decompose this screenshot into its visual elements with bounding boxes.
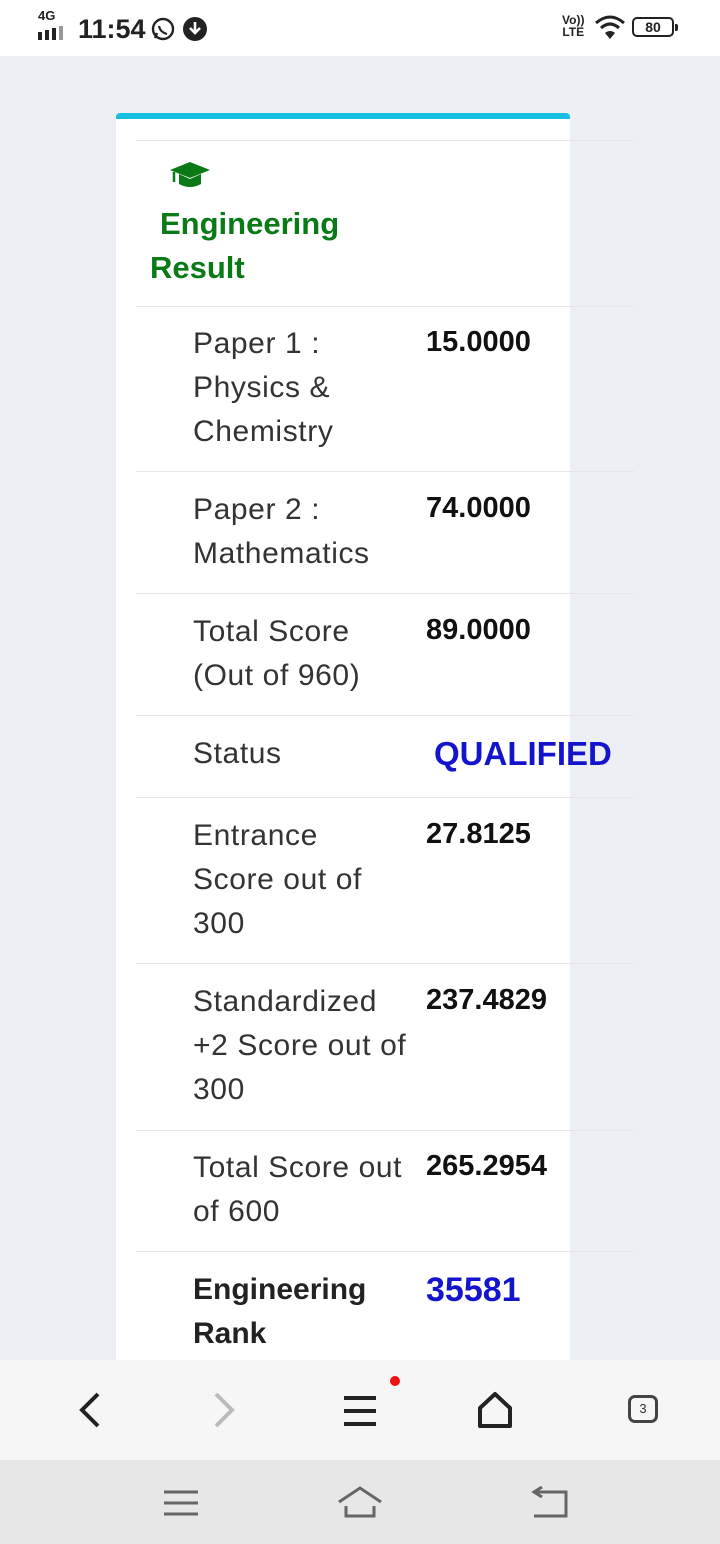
status-bar: 4G 11:54 Vo)) LTE 80 [0, 0, 720, 56]
divider [136, 715, 634, 716]
divider [136, 1130, 634, 1131]
divider [136, 1251, 634, 1252]
row-value-paper2: 74.0000 [426, 492, 531, 524]
divider [136, 140, 634, 141]
divider [136, 471, 634, 472]
divider [136, 593, 634, 594]
clock: 11:54 [78, 14, 146, 44]
home-icon[interactable] [476, 1390, 514, 1430]
row-label-rank: Engineering Rank [193, 1273, 367, 1350]
forward-icon[interactable] [206, 1390, 242, 1430]
row-label-status: Status [193, 737, 282, 770]
menu-icon[interactable] [342, 1394, 378, 1428]
battery-indicator: 80 [632, 17, 678, 37]
row-value-total-960: 89.0000 [426, 614, 531, 646]
row-value-entrance-score: 27.8125 [426, 818, 531, 850]
row-value-standardized-score: 237.4829 [426, 984, 547, 1016]
divider [136, 797, 634, 798]
back-icon[interactable] [72, 1390, 108, 1430]
row-label-paper2: Paper 2 : Mathematics [193, 493, 370, 570]
rank-value: 35581 [426, 1271, 521, 1309]
wifi-icon [595, 15, 625, 39]
row-label-paper1: Paper 1 : Physics & Chemistry [193, 327, 334, 448]
divider [136, 963, 634, 964]
system-home-icon[interactable] [336, 1484, 384, 1520]
system-nav-bar [0, 1460, 720, 1544]
volte-indicator: Vo)) LTE [562, 13, 585, 39]
whatsapp-icon [151, 17, 175, 41]
signal-icon [38, 26, 63, 40]
page-title: Engineering Result [150, 206, 340, 285]
divider [136, 306, 634, 307]
row-value-paper1: 15.0000 [426, 326, 531, 358]
browser-toolbar: 3 [0, 1360, 720, 1460]
notification-dot [390, 1376, 400, 1386]
row-label-standardized-score: Standardized +2 Score out of 300 [193, 985, 407, 1106]
row-label-total-600: Total Score out of 600 [193, 1151, 403, 1228]
download-icon [183, 17, 207, 41]
status-badge: QUALIFIED [434, 735, 612, 772]
recent-apps-icon[interactable] [162, 1488, 200, 1518]
row-value-total-600: 265.2954 [426, 1150, 547, 1182]
graduation-cap-icon [170, 162, 210, 187]
network-type: 4G [38, 8, 56, 23]
tabs-button[interactable]: 3 [628, 1395, 658, 1423]
row-label-entrance-score: Entrance Score out of 300 [193, 819, 362, 940]
system-back-icon[interactable] [528, 1486, 570, 1520]
row-label-total-960: Total Score (Out of 960) [193, 615, 361, 692]
